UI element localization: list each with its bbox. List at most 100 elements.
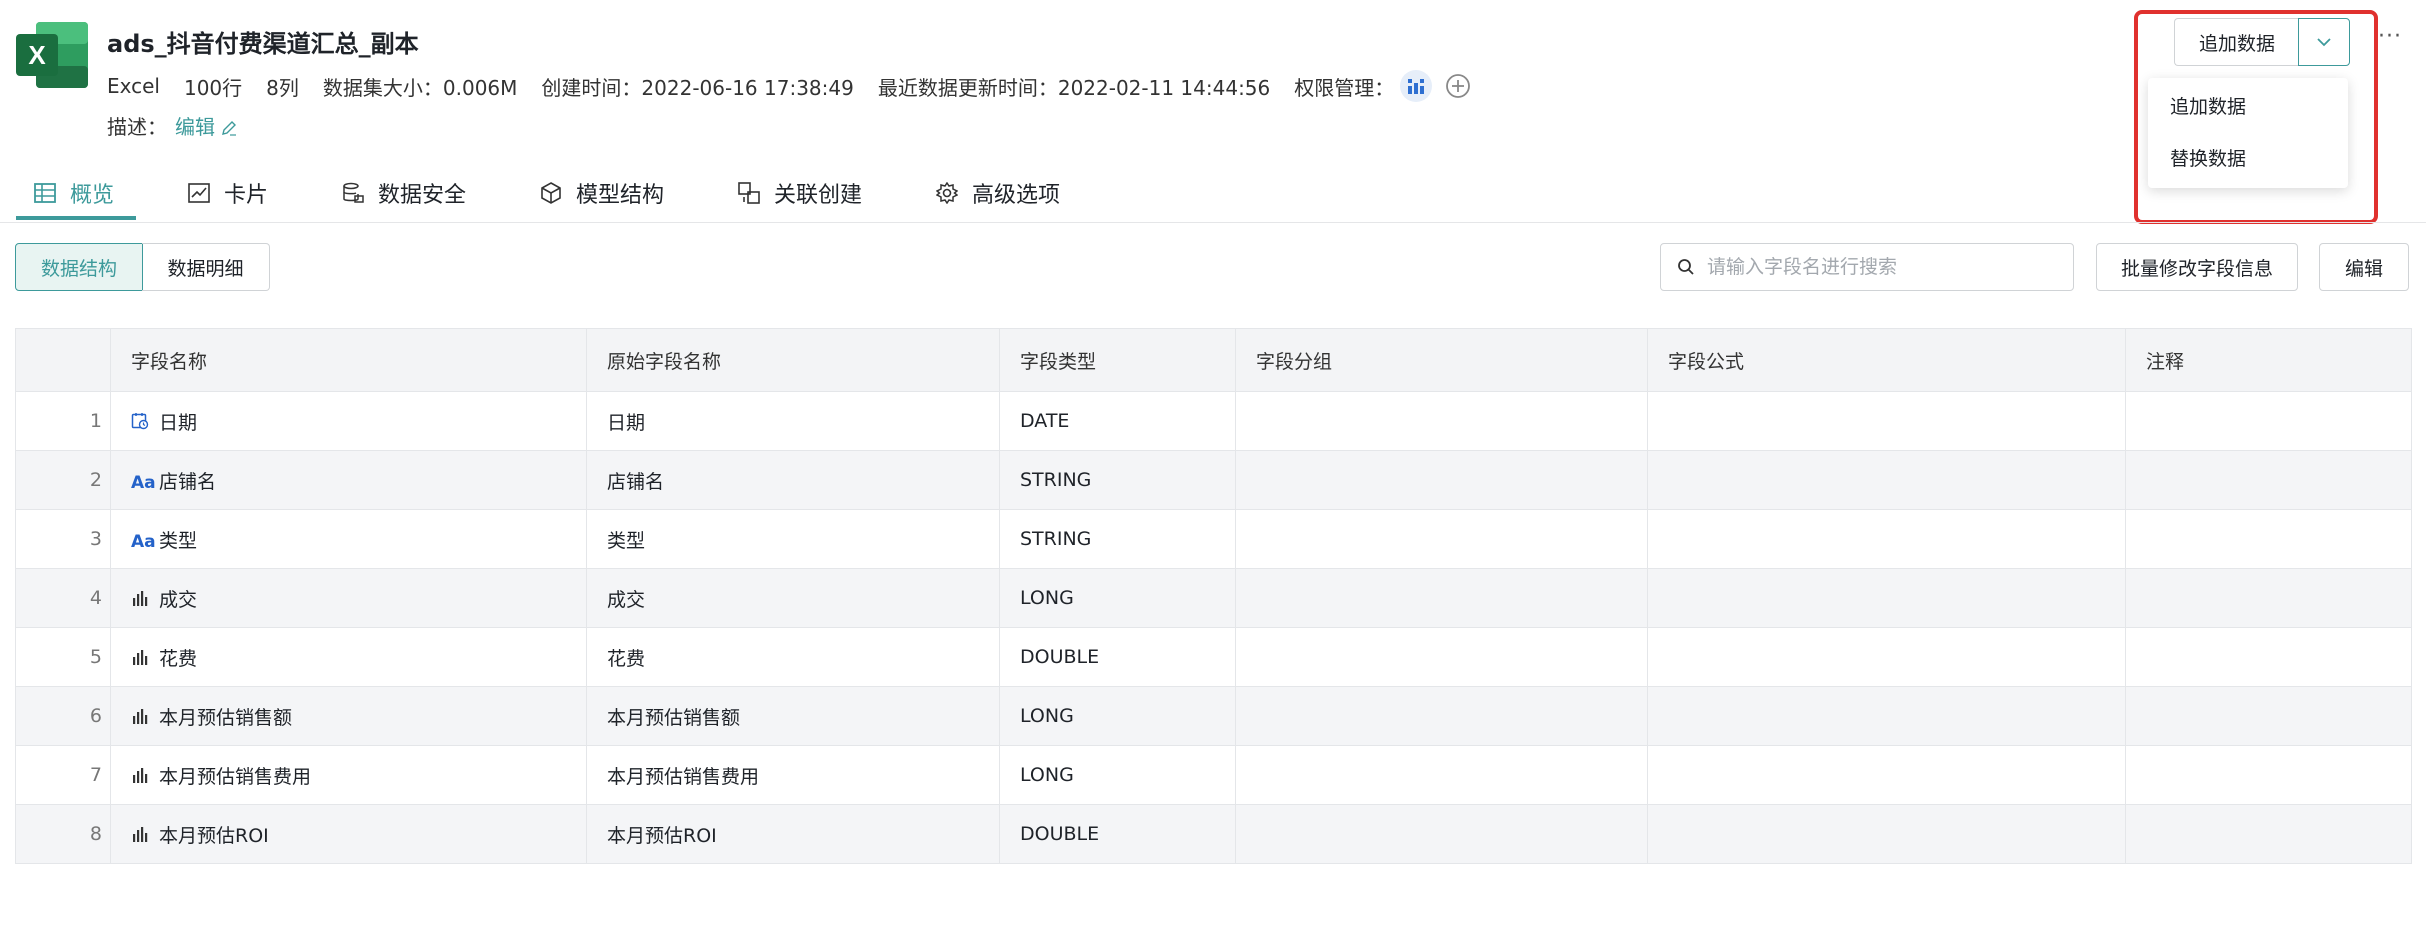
pencil-icon [222, 121, 237, 136]
original-name-cell: 本月预估销售额 [586, 686, 1000, 746]
original-name-cell: 本月预估ROI [586, 804, 1000, 864]
field-group-cell [1235, 568, 1648, 628]
tab-data-security-label: 数据安全 [378, 183, 467, 208]
field-formula-cell [1647, 745, 2126, 805]
field-group-cell [1235, 509, 1648, 569]
field-name-cell: 本月预估销售额 [110, 686, 587, 746]
meta-cols: 8列 [266, 75, 299, 100]
original-name-cell: 日期 [586, 391, 1000, 451]
meta-type: Excel [107, 74, 160, 98]
field-name: 花费 [159, 647, 198, 670]
field-group-cell [1235, 627, 1648, 687]
field-type-cell: STRING [999, 450, 1236, 510]
table-row[interactable]: 5 花费 花费 DOUBLE [15, 627, 2412, 687]
field-name-cell: Aa 类型 [110, 509, 587, 569]
tab-advanced-options-label: 高级选项 [972, 183, 1061, 208]
description-edit-link[interactable]: 编辑 [175, 115, 237, 139]
tab-overview-label: 概览 [70, 183, 115, 208]
original-name-cell: 类型 [586, 509, 1000, 569]
subtab-data-detail[interactable]: 数据明细 [142, 243, 270, 291]
tab-data-security[interactable]: 数据安全 [342, 164, 466, 222]
original-name-cell: 本月预估销售费用 [586, 745, 1000, 805]
row-index: 2 [15, 450, 111, 510]
field-name: 本月预估销售额 [159, 706, 293, 729]
comment-cell [2125, 627, 2412, 687]
table-row[interactable]: 1 日期 日期 DATE [15, 391, 2412, 451]
field-type-cell: LONG [999, 745, 1236, 805]
measure-field-icon [131, 707, 151, 730]
measure-field-icon [131, 648, 151, 671]
table-row[interactable]: 3 Aa 类型 类型 STRING [15, 509, 2412, 569]
link-icon [738, 182, 760, 204]
row-index: 8 [15, 804, 111, 864]
field-name: 类型 [159, 529, 198, 552]
comment-cell [2125, 745, 2412, 805]
meta-size: 数据集大小：0.006M [322, 75, 518, 100]
table-row[interactable]: 2 Aa 店铺名 店铺名 STRING [15, 450, 2412, 510]
header-comment: 注释 [2125, 328, 2412, 392]
line-chart-icon [188, 183, 210, 203]
tab-relation-create[interactable]: 关联创建 [738, 164, 862, 222]
description-edit-label: 编辑 [175, 115, 215, 139]
row-index: 3 [15, 509, 111, 569]
field-search[interactable] [1660, 243, 2074, 291]
table-row[interactable]: 7 本月预估销售费用 本月预估销售费用 LONG [15, 745, 2412, 805]
field-table: 字段名称 原始字段名称 字段类型 字段分组 字段公式 注释 1 日期 日期 DATE 2… [15, 328, 2412, 864]
field-name: 成交 [159, 588, 198, 611]
field-name-cell: 日期 [110, 391, 587, 451]
cube-icon [541, 182, 561, 204]
field-formula-cell [1647, 509, 2126, 569]
original-name-cell: 店铺名 [586, 450, 1000, 510]
comment-cell [2125, 450, 2412, 510]
tab-advanced-options[interactable]: 高级选项 [936, 164, 1060, 222]
meta-updated: 最近数据更新时间：2022-02-11 14:44:56 [877, 75, 1271, 100]
original-name-cell: 成交 [586, 568, 1000, 628]
subtab-data-structure[interactable]: 数据结构 [15, 243, 143, 291]
tab-card[interactable]: 卡片 [188, 164, 268, 222]
description-row: 描述： 编辑 [107, 111, 237, 140]
comment-cell [2125, 568, 2412, 628]
more-icon[interactable]: ··· [2378, 24, 2402, 49]
header-field-name: 字段名称 [110, 328, 587, 392]
header-index [15, 328, 111, 392]
field-type-cell: LONG [999, 686, 1236, 746]
description-label: 描述： [107, 115, 167, 139]
field-group-cell [1235, 745, 1648, 805]
search-icon [1678, 259, 1694, 275]
table-header-row: 字段名称 原始字段名称 字段类型 字段分组 字段公式 注释 [15, 328, 2412, 392]
table-icon [34, 183, 56, 203]
comment-cell [2125, 686, 2412, 746]
original-name-cell: 花费 [586, 627, 1000, 687]
permission-avatar-icon[interactable] [1400, 70, 1433, 102]
field-name: 本月预估ROI [159, 824, 269, 847]
table-row[interactable]: 6 本月预估销售额 本月预估销售额 LONG [15, 686, 2412, 746]
comment-cell [2125, 391, 2412, 451]
meta-permission-label: 权限管理： [1294, 75, 1395, 100]
tab-model-structure[interactable]: 模型结构 [540, 164, 664, 222]
edit-button[interactable]: 编辑 [2319, 243, 2409, 291]
date-field-icon [131, 412, 151, 435]
tab-bar: 概览 卡片 数据安全 模型结构 关联创建 高级选项 [0, 164, 2426, 223]
table-row[interactable]: 4 成交 成交 LONG [15, 568, 2412, 628]
field-type-cell: LONG [999, 568, 1236, 628]
tab-overview[interactable]: 概览 [34, 164, 114, 222]
field-group-cell [1235, 450, 1648, 510]
comment-cell [2125, 509, 2412, 569]
field-formula-cell [1647, 391, 2126, 451]
meta-created: 创建时间：2022-06-16 17:38:49 [541, 75, 854, 100]
add-permission-icon[interactable] [1444, 72, 1472, 100]
excel-file-icon: X [16, 22, 90, 88]
field-search-input[interactable] [1705, 255, 2049, 279]
field-group-cell [1235, 804, 1648, 864]
tab-relation-create-label: 关联创建 [774, 183, 863, 208]
field-formula-cell [1647, 450, 2126, 510]
gear-icon [936, 182, 958, 204]
batch-edit-fields-button[interactable]: 批量修改字段信息 [2096, 243, 2298, 291]
field-formula-cell [1647, 686, 2126, 746]
text-field-icon: Aa [131, 473, 156, 493]
field-type-cell: STRING [999, 509, 1236, 569]
meta-rows: 100行 [183, 75, 243, 100]
table-row[interactable]: 8 本月预估ROI 本月预估ROI DOUBLE [15, 804, 2412, 864]
field-name-cell: Aa 店铺名 [110, 450, 587, 510]
dataset-meta: Excel 100行 8列 数据集大小：0.006M 创建时间：2022-06-… [107, 70, 1496, 102]
